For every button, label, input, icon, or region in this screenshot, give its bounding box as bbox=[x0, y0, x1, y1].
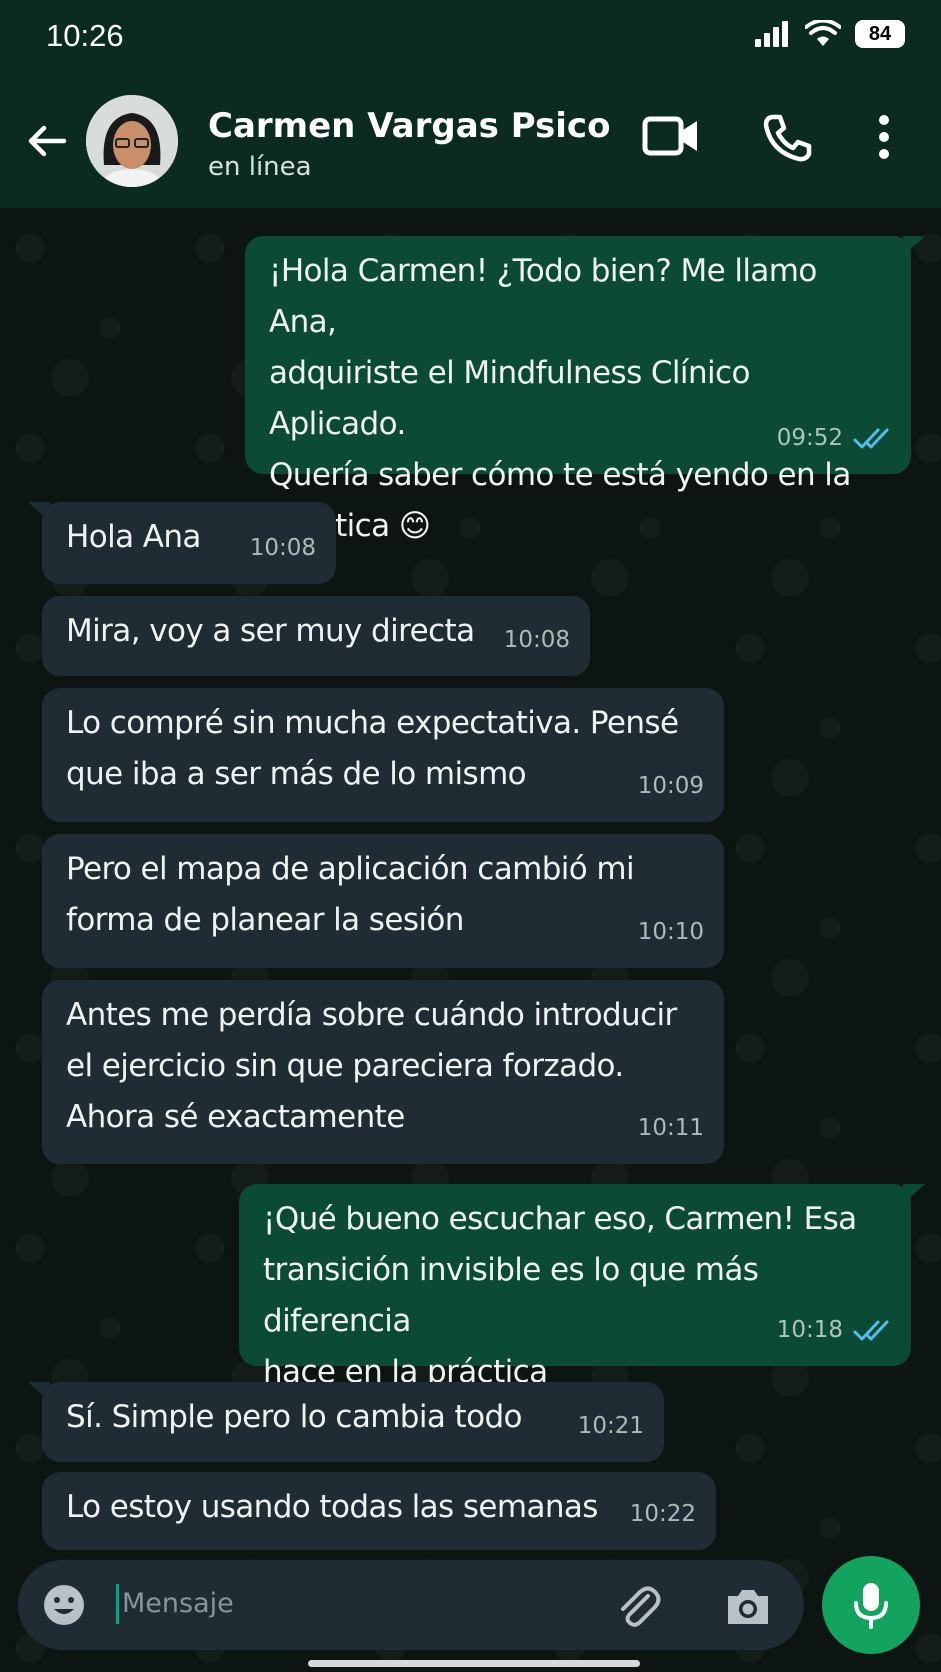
message-text: Pero el mapa de aplicación cambió mi for… bbox=[66, 851, 635, 938]
battery-icon: 84 bbox=[855, 20, 905, 48]
incoming-message[interactable]: Mira, voy a ser muy directa 10:08 bbox=[42, 596, 590, 676]
signal-icon bbox=[755, 21, 788, 47]
message-meta: 10:09 bbox=[638, 761, 704, 812]
bubble-tail bbox=[28, 502, 50, 522]
message-meta: 10:21 bbox=[578, 1401, 644, 1452]
message-text: ¡Qué bueno escuchar eso, Carmen! Esa tra… bbox=[263, 1201, 857, 1390]
message-time: 09:52 bbox=[776, 425, 843, 451]
contact-status: en línea bbox=[208, 152, 312, 182]
read-ticks-icon bbox=[853, 1320, 889, 1340]
message-meta: 10:18 bbox=[777, 1305, 891, 1356]
emoji-icon[interactable] bbox=[42, 1583, 86, 1627]
message-text: Lo compré sin mucha expectativa. Pensé q… bbox=[66, 705, 679, 792]
text-cursor bbox=[116, 1584, 119, 1624]
incoming-message[interactable]: Lo compré sin mucha expectativa. Pensé q… bbox=[42, 688, 724, 822]
message-time: 10:08 bbox=[503, 627, 570, 653]
more-options-icon[interactable] bbox=[878, 114, 890, 160]
status-time: 10:26 bbox=[46, 18, 124, 53]
attach-icon[interactable] bbox=[614, 1582, 662, 1630]
contact-name[interactable]: Carmen Vargas Psico bbox=[208, 106, 610, 146]
message-text: Sí. Simple pero lo cambia todo bbox=[66, 1399, 523, 1435]
incoming-message[interactable]: Lo estoy usando todas las semanas 10:22 bbox=[42, 1472, 716, 1550]
bubble-tail bbox=[903, 1184, 925, 1204]
back-arrow-icon[interactable] bbox=[24, 118, 70, 164]
status-icons: 84 bbox=[755, 20, 905, 48]
message-input[interactable]: Mensaje bbox=[122, 1588, 234, 1619]
message-time: 10:10 bbox=[637, 919, 704, 945]
camera-icon[interactable] bbox=[724, 1586, 772, 1626]
message-meta: 10:10 bbox=[638, 907, 704, 958]
message-text: Mira, voy a ser muy directa bbox=[66, 613, 475, 649]
message-composer: Mensaje bbox=[18, 1560, 804, 1650]
chat-header: 10:26 84 Carmen Vargas Psico en línea bbox=[0, 0, 941, 208]
battery-level: 84 bbox=[868, 22, 892, 45]
message-meta: 09:52 bbox=[777, 413, 891, 464]
voice-call-icon[interactable] bbox=[762, 114, 812, 162]
message-meta: 10:08 bbox=[504, 615, 570, 666]
outgoing-message[interactable]: ¡Hola Carmen! ¿Todo bien? Me llamo Ana, … bbox=[245, 236, 925, 544]
message-time: 10:18 bbox=[776, 1317, 843, 1343]
message-time: 10:21 bbox=[577, 1413, 644, 1439]
incoming-message[interactable]: Pero el mapa de aplicación cambió mi for… bbox=[42, 834, 724, 968]
microphone-icon bbox=[854, 1583, 888, 1629]
read-ticks-icon bbox=[853, 428, 889, 448]
incoming-message[interactable]: Sí. Simple pero lo cambia todo 10:21 bbox=[28, 1382, 664, 1462]
message-meta: 10:11 bbox=[638, 1103, 704, 1154]
bubble-tail bbox=[903, 236, 925, 256]
message-text: Lo estoy usando todas las semanas bbox=[66, 1489, 598, 1525]
message-time: 10:22 bbox=[629, 1501, 696, 1527]
wifi-icon bbox=[805, 20, 841, 46]
message-time: 10:11 bbox=[637, 1115, 704, 1141]
incoming-message[interactable]: Hola Ana 10:08 bbox=[28, 502, 336, 584]
message-time: 10:09 bbox=[637, 773, 704, 799]
video-call-icon[interactable] bbox=[642, 114, 700, 158]
outgoing-message[interactable]: ¡Qué bueno escuchar eso, Carmen! Esa tra… bbox=[239, 1184, 925, 1390]
voice-message-button[interactable] bbox=[822, 1556, 920, 1654]
message-meta: 10:08 bbox=[250, 523, 316, 574]
home-indicator[interactable] bbox=[308, 1660, 640, 1667]
bubble-tail bbox=[28, 1382, 50, 1402]
message-text: Antes me perdía sobre cuándo introducir … bbox=[66, 997, 677, 1135]
incoming-message[interactable]: Antes me perdía sobre cuándo introducir … bbox=[42, 980, 724, 1164]
message-text: ¡Hola Carmen! ¿Todo bien? Me llamo Ana, … bbox=[269, 253, 851, 544]
contact-avatar[interactable] bbox=[86, 95, 178, 187]
message-time: 10:08 bbox=[249, 535, 316, 561]
message-meta: 10:22 bbox=[630, 1489, 696, 1540]
